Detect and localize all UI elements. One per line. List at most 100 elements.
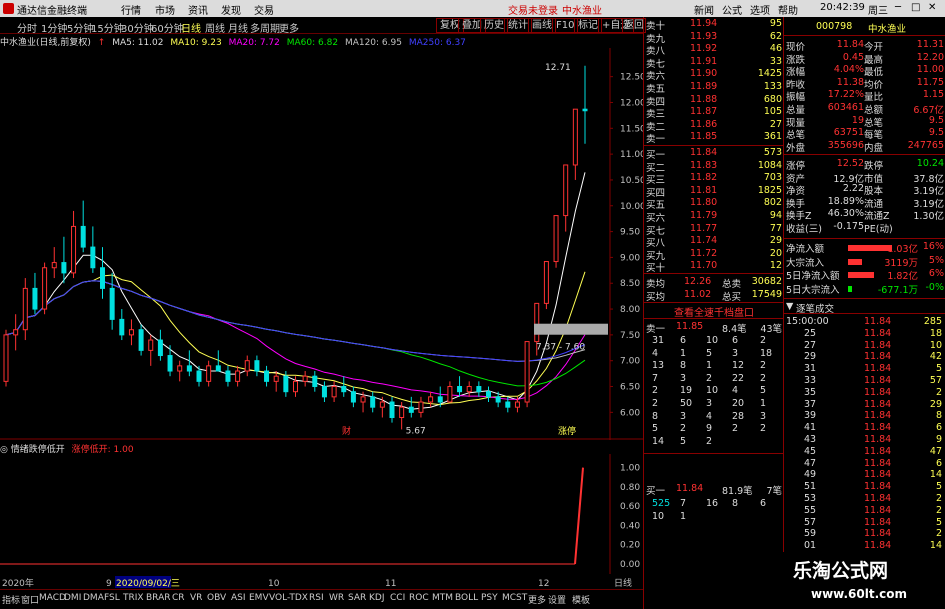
indicator-tab[interactable]: RSI [309, 593, 324, 603]
low-price-label: 5.67 [406, 426, 426, 436]
indicator-tab[interactable]: BOLL [455, 593, 478, 603]
indicator-tab[interactable]: BRAR [146, 593, 170, 603]
indicator-tab[interactable]: VOL-TDX [269, 593, 308, 603]
indicator-tab[interactable]: KDJ [369, 593, 385, 603]
candle-body [524, 341, 530, 403]
indicator-tab[interactable]: DMA [83, 593, 104, 603]
indicator-tab[interactable]: 窗口 [21, 593, 39, 606]
menu-options[interactable]: 选项 [750, 2, 770, 17]
tick-row-cell: 14 [929, 540, 942, 552]
ask-queue-row-cell: 20 [732, 398, 745, 409]
tick-list-title-cell: ▼ [786, 301, 794, 312]
date-cursor-label: 2020/09/02/三 [116, 579, 180, 588]
quote-stat-row-cell: 外盘 [786, 142, 806, 154]
ask-queue-row: 31 6 10 6 2 [644, 335, 783, 347]
period-tab[interactable]: 15分钟 [91, 20, 124, 35]
indicator-tab[interactable]: MCST [502, 593, 527, 603]
indicator-tab[interactable]: 模板 [572, 593, 590, 606]
candlestick-chart[interactable]: 12.50 12.00 11.50 11.00 10.50 10.00 9.50 9.00 8.… [0, 48, 643, 440]
tick-row-cell: 14 [929, 469, 942, 481]
ma-line [5, 280, 586, 387]
ask-queue-row-cell: 1 [706, 360, 713, 372]
menu-tab-news[interactable]: 资讯 [188, 2, 208, 17]
menu-tab-discover[interactable]: 发现 [221, 2, 241, 17]
period-tab[interactable]: 5分钟 [67, 20, 93, 35]
period-tab-active[interactable]: 日线 [181, 20, 201, 35]
full-depth-link[interactable]: 查看全速千档盘口 [674, 304, 754, 319]
menu-help[interactable]: 帮助 [778, 2, 798, 17]
indicator-tab[interactable]: 设置 [548, 593, 566, 606]
tick-row-cell: 47 [804, 457, 817, 469]
period-tab[interactable]: 60分钟 [151, 20, 184, 35]
ask-queue-row-cell: 2 [706, 435, 713, 447]
money-flow-row-cell: 16% [922, 241, 944, 252]
ask-level-cell: 11.91 [690, 55, 718, 67]
avg-ask-row: 卖均 12.26 总卖 30682 [644, 276, 783, 290]
candle-body [90, 246, 96, 269]
maximize-icon[interactable]: □ [911, 2, 920, 13]
ask-queue-row-cell: 5 [760, 385, 767, 397]
period-tab[interactable]: 月线 [228, 20, 248, 35]
menu-formula[interactable]: 公式 [722, 2, 742, 17]
indicator-tab[interactable]: 更多 [528, 593, 546, 606]
bid-level-cell: 1825 [757, 184, 782, 196]
candle-body [418, 401, 424, 413]
minimize-icon[interactable]: ─ [895, 2, 901, 13]
indicator-tab[interactable]: DMI [64, 593, 81, 603]
indicator-tab[interactable]: SAR [348, 593, 366, 603]
period-tab[interactable]: 30分钟 [121, 20, 154, 35]
ask-level-cell: 11.85 [690, 131, 718, 143]
tick-row-cell: 6 [935, 457, 942, 469]
menu-tab-markets[interactable]: 市场 [155, 2, 175, 17]
indicator-tab[interactable]: EMV [249, 593, 269, 603]
close-icon[interactable]: ✕ [928, 2, 936, 13]
up-arrow-icon: ↑ [97, 38, 106, 48]
candle-body [61, 262, 67, 274]
indicator-tab[interactable]: 指标 [2, 593, 20, 606]
indicator-tab[interactable]: MACD [39, 593, 66, 603]
login-status[interactable]: 交易未登录 [508, 2, 558, 17]
tick-row-cell: 53 [804, 493, 817, 504]
tick-row-cell: 39 [804, 410, 817, 422]
indicator-tab[interactable]: PSY [481, 593, 498, 603]
indicator-tab[interactable]: CR [172, 593, 185, 603]
indicator-tab[interactable]: CCI [390, 593, 405, 603]
candle-body [119, 318, 125, 336]
fundamental-row: 换手Z 46.30% 流通Z 1.30亿 [784, 208, 945, 222]
indicator-tab[interactable]: MTM [432, 593, 453, 603]
indicator-tab[interactable]: VR [190, 593, 202, 603]
indicator-y-tick-label: 0.80 [620, 483, 640, 493]
indicator-tab[interactable]: ROC [409, 593, 429, 603]
indicator-y-tick-label: 0.60 [620, 502, 640, 512]
avg-bid-row-cell: 11.02 [684, 289, 712, 300]
period-tab[interactable]: 1分钟 [41, 20, 67, 35]
indicator-tab[interactable]: ASI [231, 593, 246, 603]
tick-row-cell: 5 [935, 516, 942, 528]
period-tab[interactable]: 周线 [205, 20, 225, 35]
ask-queue-row-cell: 19 [680, 385, 693, 397]
period-tab[interactable]: 多周期 [250, 20, 280, 35]
fundamental-row: 净资 2.22 股本 3.19亿 [784, 183, 945, 197]
period-tab[interactable]: 分时 [17, 20, 37, 35]
bid-level: 买五 11.80 802 [644, 197, 783, 211]
indicator-tab[interactable]: WR [329, 593, 344, 603]
menu-news[interactable]: 新闻 [694, 2, 714, 17]
tick-row-cell: 57 [929, 375, 942, 386]
menu-tab-trade[interactable]: 交易 [254, 2, 274, 17]
menu-tab-market[interactable]: 行情 [121, 2, 141, 17]
period-tab-more[interactable]: 更多 [279, 20, 299, 35]
ask-queue-row-cell: 18 [760, 347, 773, 359]
indicator-tab[interactable]: FSL [104, 593, 120, 603]
limit-up-marker: 涨停 [558, 425, 576, 437]
ask-queue-row-cell: 4 [652, 347, 659, 359]
bid-queue-header: 买一 11.84 81.9笔 7笔 [644, 483, 783, 497]
bid-level-cell: 94 [769, 210, 782, 221]
indicator-chart[interactable]: 1.00 0.80 0.60 0.40 0.20 0.00 [0, 454, 643, 574]
ask-queue-row: 8 3 4 28 3 [644, 411, 783, 423]
indicator-tab[interactable]: OBV [207, 593, 226, 603]
candle-body [350, 391, 356, 403]
ask-level: 卖四 11.88 680 [644, 94, 783, 108]
indicator-tab[interactable]: TRIX [123, 593, 144, 603]
ask-level: 卖二 11.86 27 [644, 119, 783, 133]
candle-body [379, 401, 385, 408]
